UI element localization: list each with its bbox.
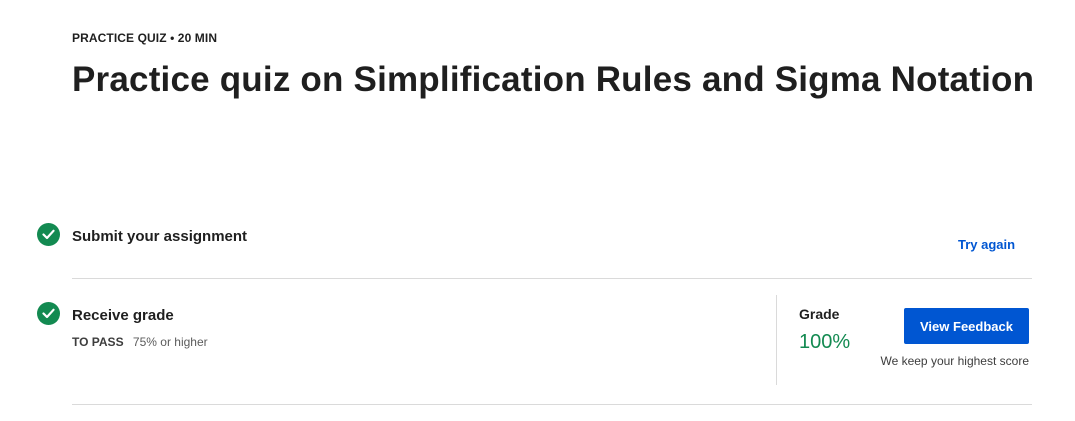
view-feedback-button[interactable]: View Feedback [904, 308, 1029, 344]
grade-value: 100% [799, 331, 851, 353]
step-grade-title: Receive grade [72, 307, 174, 324]
page-title: Practice quiz on Simplification Rules an… [72, 60, 1035, 99]
try-again-link[interactable]: Try again [958, 237, 1015, 252]
check-circle-icon [37, 302, 60, 325]
grade-label: Grade [799, 306, 840, 322]
step-submit-title: Submit your assignment [72, 228, 248, 245]
section-divider [72, 404, 1032, 405]
quiz-eyebrow: PRACTICE QUIZ • 20 MIN [72, 31, 218, 45]
pass-requirement: TO PASS 75% or higher [72, 335, 208, 349]
section-divider [72, 278, 1032, 279]
grade-vertical-divider [776, 295, 777, 385]
to-pass-label: TO PASS [72, 335, 124, 349]
to-pass-value: 75% or higher [132, 335, 208, 349]
highest-score-note: We keep your highest score [880, 354, 1029, 368]
check-circle-icon [37, 223, 60, 246]
